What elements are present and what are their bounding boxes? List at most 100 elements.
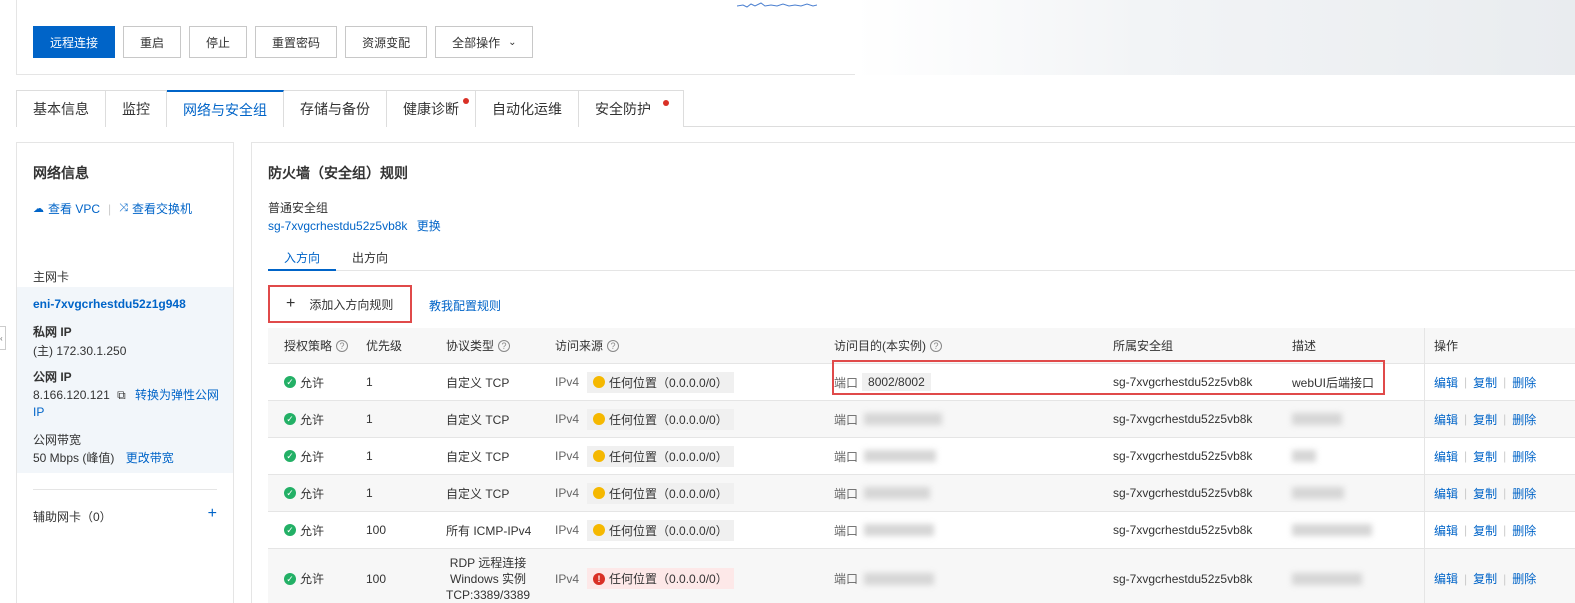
dest-cell: 端口: [834, 401, 943, 437]
edit-link[interactable]: 编辑: [1434, 374, 1458, 391]
all-actions-dropdown[interactable]: 全部操作 ⌄: [435, 26, 534, 58]
tab-inbound[interactable]: 入方向: [268, 245, 337, 271]
help-icon[interactable]: ?: [930, 339, 942, 352]
edit-link[interactable]: 编辑: [1434, 448, 1458, 465]
check-icon: ✓: [284, 524, 296, 536]
tab-outbound[interactable]: 出方向: [336, 245, 404, 271]
divider: |: [108, 201, 112, 216]
delete-link[interactable]: 删除: [1512, 411, 1536, 428]
column-divider: [1424, 328, 1425, 363]
warning-icon: [593, 413, 606, 425]
change-bandwidth-link[interactable]: 更改带宽: [126, 451, 174, 465]
protocol-cell: 自定义 TCP: [446, 449, 510, 464]
redacted-value: [864, 413, 943, 425]
copy-link[interactable]: 复制: [1473, 448, 1497, 465]
source-tag: 任何位置（0.0.0.0/0）: [587, 408, 734, 430]
tab-security-protection[interactable]: 安全防护: [579, 90, 684, 127]
ops-cell: 编辑 | 复制 | 删除: [1434, 448, 1537, 465]
source-tag: ! 任何位置（0.0.0.0/0）: [587, 568, 734, 589]
policy-cell: ✓ 允许: [284, 512, 324, 548]
sg-link[interactable]: sg-7xvgcrhestdu52z5vb8k: [1113, 475, 1252, 511]
source-cell: IPv4 任何位置（0.0.0.0/0）: [555, 475, 734, 511]
col-source: 访问来源?: [555, 328, 620, 363]
edit-link[interactable]: 编辑: [1434, 485, 1458, 502]
sg-link[interactable]: sg-7xvgcrhestdu52z5vb8k: [1113, 438, 1252, 474]
public-ip-row: 8.166.120.121 ⧉ 转换为弹性公网: [33, 386, 219, 403]
tab-network-security[interactable]: 网络与安全组: [167, 90, 284, 127]
secondary-nic-label: 辅助网卡（0）: [33, 510, 112, 524]
redacted-value: [864, 487, 931, 499]
help-icon[interactable]: ?: [498, 339, 511, 352]
edit-link[interactable]: 编辑: [1434, 570, 1458, 587]
tab-health-diagnosis[interactable]: 健康诊断: [387, 90, 476, 127]
check-icon: ✓: [284, 572, 296, 585]
tab-storage-backup[interactable]: 存储与备份: [284, 90, 387, 127]
delete-link[interactable]: 删除: [1512, 485, 1536, 502]
change-sg-link[interactable]: 更换: [417, 219, 441, 233]
collapse-handle[interactable]: ‹: [0, 326, 6, 350]
help-icon[interactable]: ?: [336, 339, 349, 352]
edit-link[interactable]: 编辑: [1434, 411, 1458, 428]
dest-cell: 端口: [834, 475, 931, 511]
view-vswitch-link[interactable]: 查看交换机: [132, 200, 192, 217]
change-config-button[interactable]: 资源变配: [345, 26, 428, 58]
action-toolbar: 远程连接 重启 停止 重置密码 资源变配 全部操作 ⌄: [33, 26, 534, 58]
col-priority: 优先级: [366, 339, 403, 353]
check-icon: ✓: [284, 487, 296, 499]
copy-link[interactable]: 复制: [1473, 570, 1497, 587]
delete-link[interactable]: 删除: [1512, 374, 1536, 391]
col-dest: 访问目的(本实例)?: [834, 328, 942, 363]
desc-cell: [1292, 549, 1362, 603]
protocol-cell: 自定义 TCP: [446, 375, 510, 390]
delete-link[interactable]: 删除: [1512, 570, 1536, 587]
source-tag: 任何位置（0.0.0.0/0）: [587, 445, 734, 467]
bandwidth-value: 50 Mbps (峰值): [33, 451, 115, 465]
copy-icon[interactable]: ⧉: [117, 388, 126, 402]
check-icon: ✓: [284, 450, 296, 462]
delete-link[interactable]: 删除: [1512, 522, 1536, 539]
network-links: ☁ 查看 VPC | ⤨ 查看交换机: [33, 200, 192, 217]
sg-link[interactable]: sg-7xvgcrhestdu52z5vb8k: [1113, 549, 1252, 603]
tab-basic-info[interactable]: 基本信息: [16, 90, 106, 127]
danger-icon: !: [593, 572, 606, 585]
view-vpc-link[interactable]: 查看 VPC: [48, 200, 100, 217]
tab-health-label: 健康诊断: [403, 101, 459, 117]
restart-button[interactable]: 重启: [123, 26, 182, 58]
tab-automation[interactable]: 自动化运维: [476, 90, 579, 127]
redacted-value: [864, 524, 935, 536]
redacted-value: [1292, 572, 1362, 585]
tab-monitoring[interactable]: 监控: [106, 90, 167, 127]
source-tag: 任何位置（0.0.0.0/0）: [587, 519, 734, 541]
convert-eip-link[interactable]: 转换为弹性公网: [135, 388, 219, 402]
help-icon[interactable]: ?: [607, 339, 620, 352]
add-inbound-rule-button[interactable]: + 添加入方向规则: [268, 285, 412, 323]
protocol-line: Windows 实例: [450, 571, 527, 586]
copy-link[interactable]: 复制: [1473, 485, 1497, 502]
direction-tabs: 入方向 出方向: [268, 245, 1575, 271]
copy-link[interactable]: 复制: [1473, 522, 1497, 539]
copy-link[interactable]: 复制: [1473, 374, 1497, 391]
warning-icon: [593, 487, 606, 499]
reset-password-button[interactable]: 重置密码: [255, 26, 338, 58]
remote-connect-button[interactable]: 远程连接: [33, 26, 116, 58]
priority-cell: 100: [366, 571, 387, 586]
add-icon[interactable]: +: [208, 506, 217, 525]
edit-link[interactable]: 编辑: [1434, 522, 1458, 539]
sg-type-label: 普通安全组: [268, 201, 329, 215]
col-group: 所属安全组: [1113, 339, 1174, 353]
check-icon: ✓: [284, 376, 296, 388]
redacted-value: [1292, 450, 1316, 462]
sg-id-link[interactable]: sg-7xvgcrhestdu52z5vb8k: [268, 219, 407, 233]
network-info-title: 网络信息: [33, 165, 89, 181]
stop-button[interactable]: 停止: [189, 26, 248, 58]
sg-link[interactable]: sg-7xvgcrhestdu52z5vb8k: [1113, 401, 1252, 437]
sg-link[interactable]: sg-7xvgcrhestdu52z5vb8k: [1113, 512, 1252, 548]
primary-nic-label: 主网卡: [33, 270, 70, 284]
teach-config-link[interactable]: 教我配置规则: [429, 297, 501, 314]
nic-id-link[interactable]: eni-7xvgcrhestdu52z1g948: [33, 297, 186, 311]
add-rule-label: 添加入方向规则: [309, 297, 394, 312]
copy-link[interactable]: 复制: [1473, 411, 1497, 428]
private-ip-value: (主) 172.30.1.250: [33, 344, 127, 358]
delete-link[interactable]: 删除: [1512, 448, 1536, 465]
convert-eip-link-cont[interactable]: IP: [33, 405, 44, 419]
